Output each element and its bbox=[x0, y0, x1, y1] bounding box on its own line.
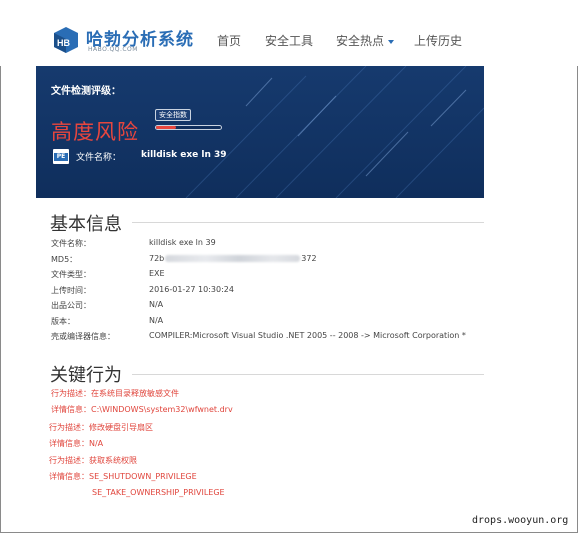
chevron-down-icon bbox=[388, 39, 395, 44]
pe-file-icon-label: PE bbox=[54, 153, 68, 161]
info-label-md5: MD5： bbox=[51, 255, 78, 264]
behavior-detail-continued: SE_TAKE_OWNERSHIP_PRIVILEGE bbox=[92, 488, 225, 497]
basic-info-title: 基本信息 bbox=[50, 214, 122, 235]
watermark: drops.wooyun.org bbox=[472, 515, 569, 526]
safety-index-bar bbox=[155, 125, 222, 130]
pe-file-icon: PE bbox=[53, 149, 69, 164]
info-value-version: N/A bbox=[149, 316, 164, 325]
md5-redacted bbox=[165, 255, 301, 262]
info-label-compiler: 壳或编译器信息： bbox=[51, 332, 115, 341]
brand-subtitle: HABO.QQ.COM bbox=[88, 46, 138, 53]
info-value-publisher: N/A bbox=[149, 300, 164, 309]
info-label-upload-time: 上传时间： bbox=[51, 286, 91, 295]
nav-security-tools-label: 安全工具 bbox=[265, 34, 314, 48]
top-header: HB 哈勃分析系统 HABO.QQ.COM 首页 安全工具 安全热点 上传历史 bbox=[0, 0, 578, 66]
risk-level: 高度风险 bbox=[51, 120, 139, 144]
info-label-version: 版本： bbox=[51, 317, 75, 326]
behavior-detail: 详情信息：SE_SHUTDOWN_PRIVILEGE bbox=[49, 472, 197, 481]
risk-banner: 文件检测评级： 高度风险 安全指数 PE 文件名称： killdisk exe … bbox=[36, 66, 484, 198]
info-value-upload-time: 2016-01-27 10:30:24 bbox=[149, 285, 234, 294]
behavior-detail: 详情信息：C:\WINDOWS\system32\wfwnet.drv bbox=[51, 405, 233, 414]
key-behavior-divider bbox=[132, 374, 484, 375]
info-label-filename: 文件名称： bbox=[51, 239, 91, 248]
nav-home-label: 首页 bbox=[217, 34, 242, 48]
behavior-description: 行为描述：修改硬盘引导扇区 bbox=[49, 423, 153, 432]
info-value-compiler: COMPILER:Microsoft Visual Studio .NET 20… bbox=[149, 331, 466, 340]
nav-security-tools[interactable]: 安全工具 bbox=[265, 32, 313, 49]
safety-index-fill bbox=[156, 126, 176, 129]
behavior-description: 行为描述：获取系统权限 bbox=[49, 456, 137, 465]
key-behavior-title: 关键行为 bbox=[50, 365, 122, 386]
info-value-md5: 72b 372 bbox=[149, 254, 317, 263]
info-label-publisher: 出品公司： bbox=[51, 301, 91, 310]
nav-security-hotspots-label: 安全热点 bbox=[336, 34, 385, 48]
file-name-label: 文件名称： bbox=[76, 153, 122, 163]
nav-home[interactable]: 首页 bbox=[217, 32, 241, 49]
basic-info-divider bbox=[132, 222, 484, 223]
svg-text:HB: HB bbox=[57, 38, 70, 48]
md5-suffix: 372 bbox=[301, 254, 317, 263]
nav-upload-history-label: 上传历史 bbox=[414, 34, 463, 48]
nav-upload-history[interactable]: 上传历史 bbox=[414, 32, 462, 49]
info-value-filename: killdisk exe ln 39 bbox=[149, 238, 216, 247]
info-label-filetype: 文件类型： bbox=[51, 270, 91, 279]
info-value-filetype: EXE bbox=[149, 269, 165, 278]
behavior-description: 行为描述：在系统目录释放敏感文件 bbox=[51, 389, 179, 398]
nav-security-hotspots[interactable]: 安全热点 bbox=[336, 32, 395, 49]
safety-index-tag: 安全指数 bbox=[155, 109, 191, 121]
md5-prefix: 72b bbox=[149, 254, 165, 263]
file-name-value: killdisk exe ln 39 bbox=[141, 150, 227, 160]
detection-rating-label: 文件检测评级： bbox=[51, 86, 121, 97]
habo-logo-icon[interactable]: HB bbox=[52, 27, 80, 53]
behavior-detail: 详情信息：N/A bbox=[49, 439, 104, 448]
